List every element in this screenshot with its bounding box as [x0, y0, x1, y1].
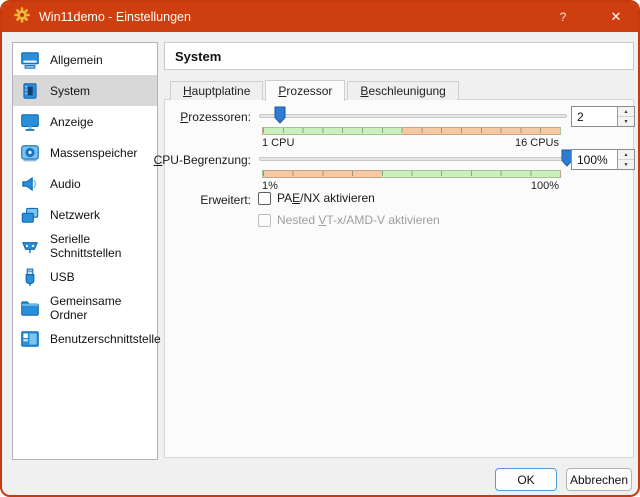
slider-track [259, 157, 567, 161]
sidebar-item-label: Audio [50, 176, 81, 191]
chip-icon [19, 80, 41, 102]
cpu-cap-label: CPU-Begrenzung: [153, 153, 251, 167]
processor-slider-handle[interactable] [274, 106, 286, 124]
cpu-cap-value: 100% [577, 152, 608, 167]
nested-vtx-checkbox-label: Nested VT-x/AMD-V aktivieren [277, 213, 440, 227]
pae-nx-row: PAE/NX aktivieren [258, 191, 375, 205]
sidebar-item-usb[interactable]: USB [13, 261, 157, 292]
sidebar-item-anzeige[interactable]: Anzeige [13, 106, 157, 137]
general-icon [19, 49, 41, 71]
pae-nx-checkbox-label: PAE/NX aktivieren [277, 191, 375, 205]
sidebar-item-netzwerk[interactable]: Netzwerk [13, 199, 157, 230]
scale-ticks [263, 128, 560, 133]
processor-count-label: Prozessoren: [180, 110, 251, 124]
sidebar-item-audio[interactable]: Audio [13, 168, 157, 199]
page-title-box: System [164, 42, 634, 70]
sidebar-item-label: Gemeinsame Ordner [50, 293, 122, 322]
cpu-cap-slider[interactable] [259, 149, 573, 169]
sidebar-item-allgemein[interactable]: Allgemein [13, 44, 157, 75]
processor-count-value: 2 [577, 109, 584, 124]
user-interface-icon [19, 328, 41, 350]
slider-track [259, 114, 567, 118]
advanced-label: Erweitert: [200, 193, 251, 207]
sidebar-item-serielle-schnittstellen[interactable]: Serielle Schnittstellen [13, 230, 157, 261]
display-icon [19, 111, 41, 133]
tab-prozessor[interactable]: Prozessor [265, 80, 346, 101]
spinner-down-button[interactable]: ▼ [618, 117, 634, 126]
processor-scale-min: 1 CPU [262, 137, 295, 149]
sidebar-item-label: Allgemein [50, 52, 103, 67]
nested-vtx-checkbox[interactable] [258, 213, 271, 227]
nested-vtx-row: Nested VT-x/AMD-V aktivieren [258, 213, 440, 227]
spinner-down-button[interactable]: ▼ [618, 160, 634, 169]
sidebar-item-massenspeicher[interactable]: Massenspeicher [13, 137, 157, 168]
help-button[interactable]: ? [541, 2, 585, 32]
cpu-cap-spinner[interactable]: 100% ▲ ▼ [571, 149, 635, 170]
app-gear-icon [14, 6, 30, 28]
tab-panel-prozessor: Prozessoren: 2 ▲ ▼ 1 CPU 16 CPUs CPU-Beg… [154, 99, 635, 458]
window-title: Win11demo - Einstellungen [39, 10, 191, 24]
sidebar-item-label: Anzeige [50, 114, 94, 129]
usb-icon [19, 266, 41, 288]
sidebar-item-system[interactable]: System [13, 75, 157, 106]
spinner-up-button[interactable]: ▲ [618, 107, 634, 117]
settings-window: Win11demo - Einstellungen ? ✕ Allgemein … [0, 0, 640, 497]
sidebar-item-label: Benutzerschnittstelle [50, 331, 161, 346]
processor-count-spinner[interactable]: 2 ▲ ▼ [571, 106, 635, 127]
processor-scale-bar [262, 127, 561, 135]
sidebar-item-gemeinsame-ordner[interactable]: Gemeinsame Ordner [13, 292, 157, 323]
sidebar-item-label: Serielle Schnittstellen [50, 231, 122, 260]
spinner-buttons: ▲ ▼ [617, 107, 634, 126]
titlebar: Win11demo - Einstellungen ? ✕ [2, 2, 638, 32]
processor-count-slider[interactable] [259, 106, 567, 126]
tab-bar: Hauptplatine Prozessor Beschleunigung [164, 80, 461, 101]
page-title: System [175, 48, 222, 64]
sidebar-item-benutzerschnittstelle[interactable]: Benutzerschnittstelle [13, 323, 161, 354]
sidebar-item-label: System [50, 83, 91, 98]
sidebar-item-label: Netzwerk [50, 207, 101, 222]
tab-hauptplatine[interactable]: Hauptplatine [170, 81, 264, 100]
serial-port-icon [19, 235, 41, 257]
processor-scale-max: 16 CPUs [514, 137, 559, 149]
network-icon [19, 204, 41, 226]
sidebar-item-label: Massenspeicher [50, 145, 138, 160]
hard-disk-icon [19, 142, 41, 164]
spinner-up-button[interactable]: ▲ [618, 150, 634, 160]
cancel-button[interactable]: Abbrechen [566, 468, 632, 491]
tab-beschleunigung[interactable]: Beschleunigung [347, 81, 459, 100]
cpu-cap-scale-bar [262, 170, 561, 178]
shared-folder-icon [19, 297, 41, 319]
close-button[interactable]: ✕ [594, 2, 638, 32]
ok-button[interactable]: OK [495, 468, 557, 491]
sidebar: Allgemein System Anzeige Massenspeicher … [12, 42, 161, 460]
pae-nx-checkbox[interactable] [258, 191, 271, 205]
cpu-cap-scale-max: 100% [530, 180, 559, 192]
scale-ticks [263, 171, 560, 176]
spinner-buttons: ▲ ▼ [617, 150, 634, 169]
speaker-icon [19, 173, 41, 195]
sidebar-item-label: USB [50, 269, 75, 284]
